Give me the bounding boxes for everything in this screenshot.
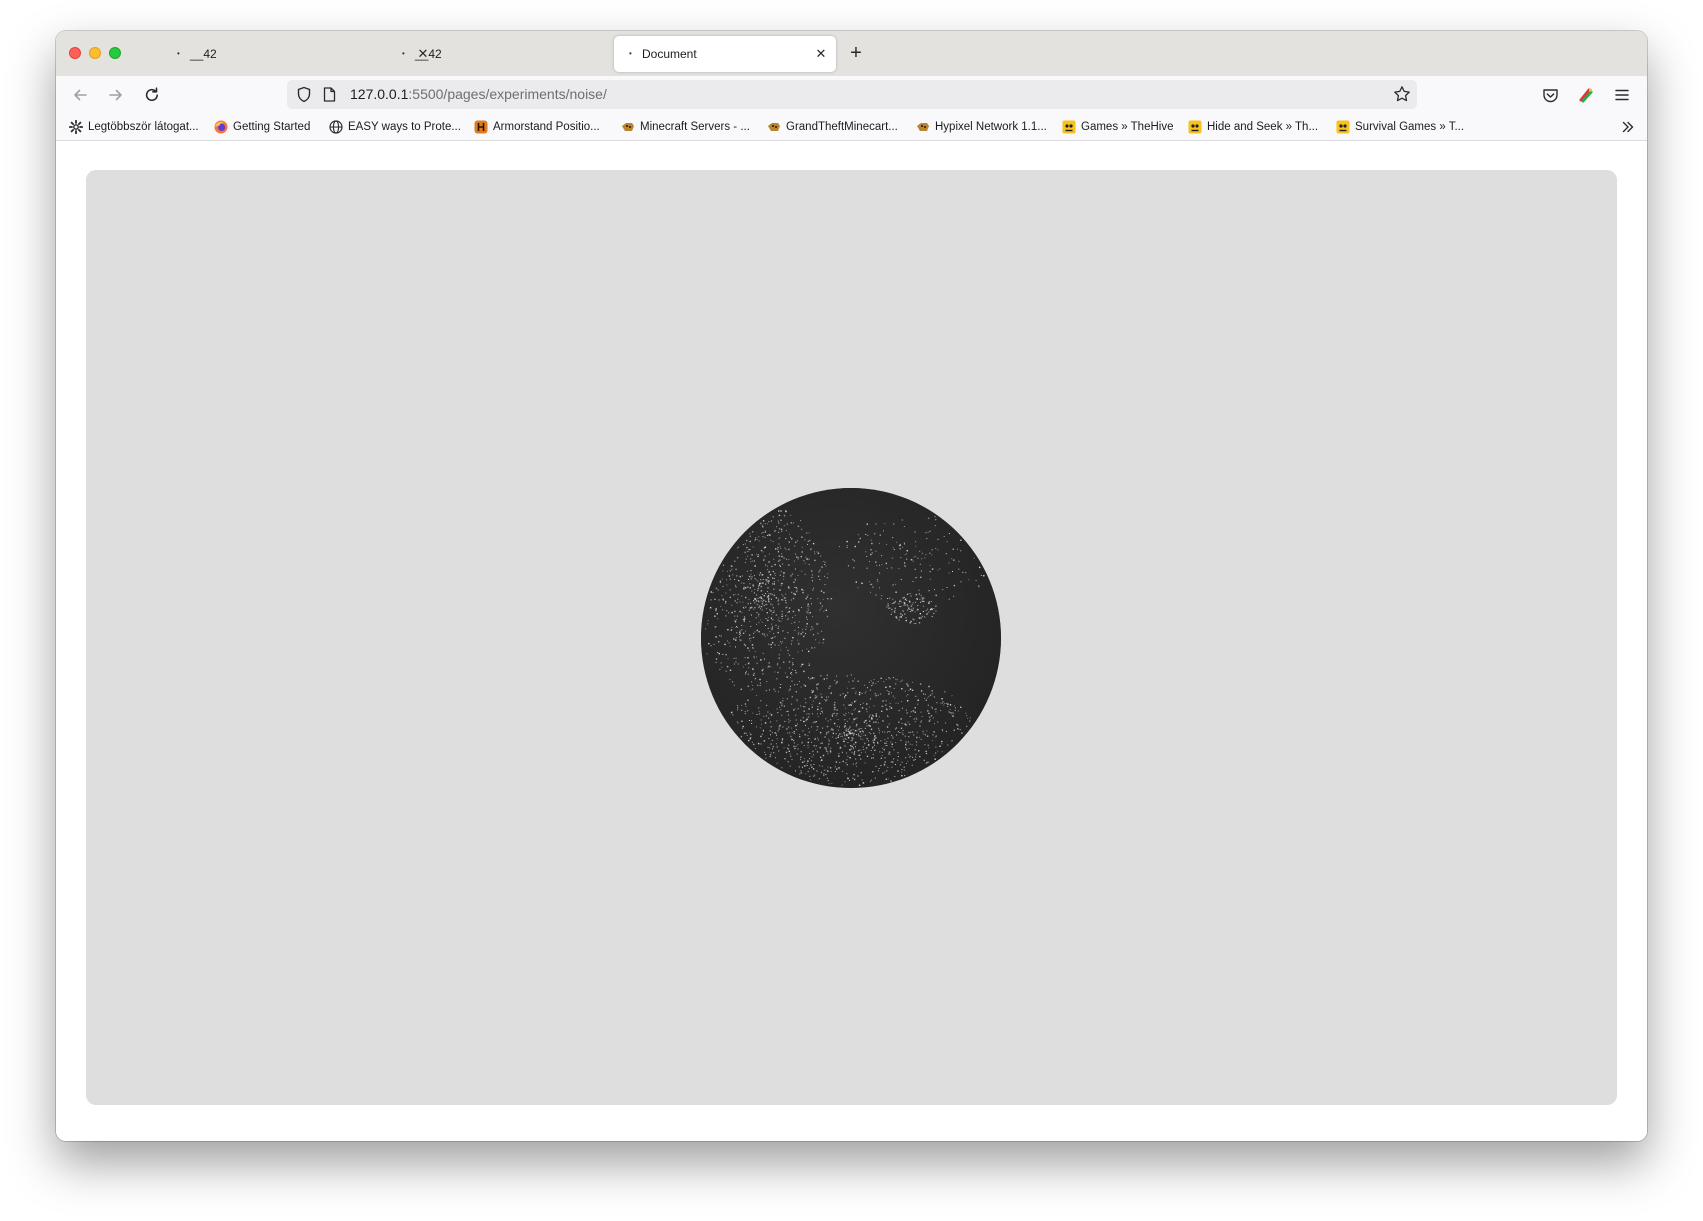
hive-favicon [1188,120,1202,134]
hive-favicon [1062,120,1076,134]
tab-title: Document [642,47,697,61]
browser-window: • __42 ✕ • __42 ✕ • Document ✕ + [56,31,1647,1141]
minimize-window-button[interactable] [89,47,101,59]
bookmark-item[interactable]: Getting Started [214,118,310,136]
gear-icon [69,120,83,134]
bookmarks-toolbar: Legtöbbször látogat... Getting Started E… [56,113,1647,141]
bookmark-label: EASY ways to Prote... [348,121,461,133]
bookmark-item[interactable]: Legtöbbször látogat... [69,118,199,136]
noise-speckles [701,488,1001,788]
bookmark-label: Getting Started [233,121,311,133]
tab-title: __42 [190,47,217,61]
app-menu-button[interactable] [1611,84,1633,106]
bookmark-label: Legtöbbször látogat... [88,121,199,133]
bookmark-label: Armorstand Positio... [493,121,600,133]
bookmark-item[interactable]: Armorstand Positio... [474,118,600,136]
reload-icon [145,87,158,102]
tab-3-active[interactable]: • Document ✕ [614,36,836,72]
extension-button[interactable] [1575,84,1597,106]
close-window-button[interactable] [69,47,81,59]
back-button[interactable] [69,84,91,106]
more-bookmarks-button[interactable] [1619,118,1637,136]
bookmark-label: Minecraft Servers - ... [640,121,750,133]
pocket-icon [1542,88,1558,102]
hive-favicon [1336,120,1350,134]
bookmark-item[interactable]: Hide and Seek » Th... [1188,118,1318,136]
bookmark-item[interactable]: EASY ways to Prote... [329,118,461,136]
bookmark-label: Survival Games » T... [1355,121,1465,133]
url-host: 127.0.0.1 [350,86,409,102]
bookmark-item[interactable]: Games » TheHive [1062,118,1173,136]
globe-icon [329,120,343,134]
url-text[interactable]: 127.0.0.1:5500/pages/experiments/noise/ [350,86,607,102]
noise-orb [701,488,1001,788]
bookmark-item[interactable]: Minecraft Servers - ... [621,118,750,136]
hamburger-menu-icon [1615,89,1629,101]
noise-stage [86,170,1617,1105]
double-chevron-right-icon [1622,121,1634,133]
bookmark-item[interactable]: Hypixel Network 1.1... [916,118,1047,136]
tab-dot-icon: • [402,49,405,58]
tab-dot-icon: • [629,49,632,58]
zoom-window-button[interactable] [109,47,121,59]
bookmark-label: Games » TheHive [1081,121,1174,133]
armorstand-favicon [474,120,488,134]
forward-arrow-icon [109,89,122,101]
pocket-button[interactable] [1539,84,1561,106]
back-arrow-icon [74,89,87,101]
minecraft-favicon [916,120,930,134]
tab-strip: • __42 ✕ • __42 ✕ • Document ✕ + [56,31,1647,76]
url-bar[interactable]: 127.0.0.1:5500/pages/experiments/noise/ [287,80,1417,109]
bookmark-item[interactable]: Survival Games » T... [1336,118,1464,136]
tracking-shield-icon[interactable] [296,86,312,108]
forward-button[interactable] [105,84,127,106]
reload-button[interactable] [141,84,163,106]
bookmark-label: Hide and Seek » Th... [1207,121,1319,133]
page-info-icon[interactable] [323,87,336,107]
minecraft-favicon [621,120,635,134]
page-viewport [56,141,1647,1141]
firefox-icon [214,120,228,134]
close-tab-icon[interactable]: ✕ [812,45,830,63]
new-tab-button[interactable]: + [844,41,868,65]
extension-icon [1579,88,1593,103]
bookmark-label: GrandTheftMinecart... [786,121,898,133]
minecraft-favicon [767,120,781,134]
bookmark-label: Hypixel Network 1.1... [935,121,1047,133]
tab-dot-icon: • [177,49,180,58]
bookmark-item[interactable]: GrandTheftMinecart... [767,118,898,136]
nav-toolbar: 127.0.0.1:5500/pages/experiments/noise/ [56,76,1647,113]
url-path: :5500/pages/experiments/noise/ [408,86,607,102]
bookmark-star-icon[interactable] [1393,85,1411,108]
tab-title: __42 [415,47,442,61]
